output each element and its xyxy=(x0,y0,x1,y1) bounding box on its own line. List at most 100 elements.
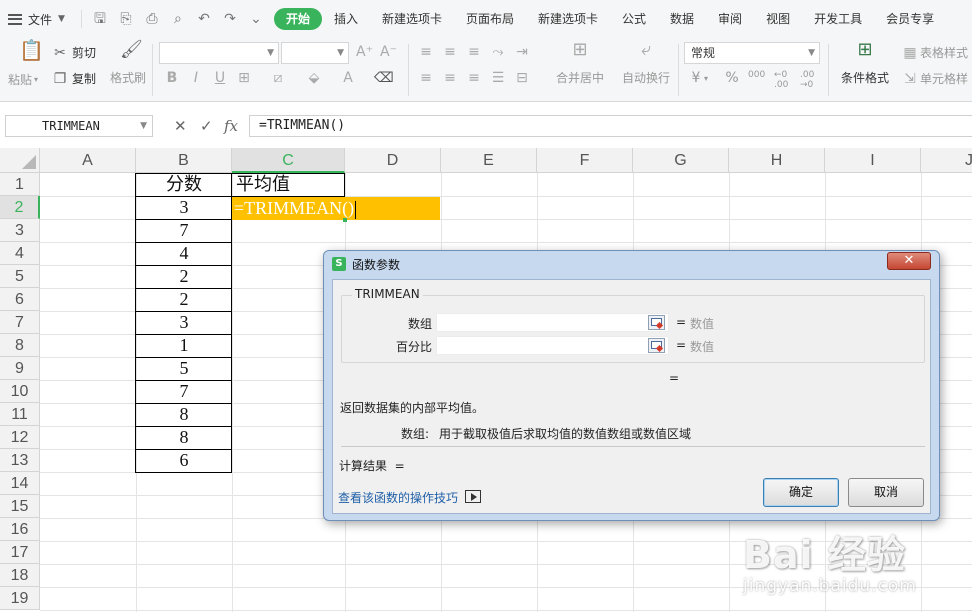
cell-c1[interactable]: 平均值 xyxy=(234,173,344,196)
column-header-i[interactable]: I xyxy=(825,148,921,173)
font-color-button[interactable]: A xyxy=(340,70,356,86)
row-header-17[interactable]: 17 xyxy=(0,541,40,564)
fill-handle[interactable] xyxy=(343,218,347,222)
table-style-button[interactable]: ▦ 表格样式 xyxy=(902,44,968,61)
close-button[interactable]: ✕ xyxy=(887,252,931,270)
confirm-icon[interactable]: ✓ xyxy=(200,117,213,135)
cell-b11[interactable]: 8 xyxy=(136,403,232,426)
column-header-g[interactable]: G xyxy=(633,148,729,173)
column-header-h[interactable]: H xyxy=(729,148,825,173)
align-center-button[interactable]: ≡ xyxy=(442,70,458,86)
tab-insert[interactable]: 插入 xyxy=(322,8,370,30)
paste-label-button[interactable]: 粘贴 ▾ xyxy=(8,71,38,88)
distribute-button[interactable]: ⊟ xyxy=(514,70,530,86)
range-picker-icon[interactable] xyxy=(648,315,665,330)
row-header-6[interactable]: 6 xyxy=(0,288,40,311)
align-top-button[interactable]: ≡ xyxy=(418,44,434,60)
active-cell-c2[interactable]: =TRIMMEAN() xyxy=(232,197,440,220)
tab-review[interactable]: 审阅 xyxy=(706,8,754,30)
row-header-15[interactable]: 15 xyxy=(0,495,40,518)
array-input[interactable] xyxy=(436,313,669,332)
cell-style-button[interactable]: ⇲ 单元格样 xyxy=(902,70,968,87)
column-header-a[interactable]: A xyxy=(40,148,136,173)
export-icon[interactable]: ⎘ xyxy=(118,11,134,27)
tab-member[interactable]: 会员专享 xyxy=(874,8,946,30)
thousands-button[interactable]: 000 xyxy=(748,70,765,80)
column-header-e[interactable]: E xyxy=(441,148,537,173)
percent-button[interactable]: % xyxy=(724,70,740,86)
bold-button[interactable]: B xyxy=(164,70,180,86)
merge-center-button[interactable]: ⊞ 合并居中 xyxy=(552,41,608,86)
row-header-11[interactable]: 11 xyxy=(0,403,40,426)
wrap-text-button[interactable]: ⤶ 自动换行 xyxy=(620,41,672,86)
orientation-button[interactable]: ⤳ xyxy=(490,44,506,60)
format-painter-button[interactable]: 🖌 格式刷 xyxy=(110,41,146,86)
align-bottom-button[interactable]: ≡ xyxy=(466,44,482,60)
cell-b1[interactable]: 分数 xyxy=(136,173,232,196)
cell-b10[interactable]: 7 xyxy=(136,380,232,403)
conditional-format-button[interactable]: ⊞ 条件格式 xyxy=(836,41,894,86)
name-box[interactable]: TRIMMEAN ▼ xyxy=(5,115,153,137)
tab-home[interactable]: 开始 xyxy=(273,8,322,30)
undo-icon[interactable]: ↶ xyxy=(196,11,212,27)
row-header-19[interactable]: 19 xyxy=(0,587,40,610)
fill-color-button[interactable]: ⬙ xyxy=(306,70,322,86)
font-name-combo[interactable]: ▼ xyxy=(159,42,279,64)
paste-button[interactable]: 📋 xyxy=(12,40,44,64)
row-header-9[interactable]: 9 xyxy=(0,357,40,380)
underline-button[interactable]: U xyxy=(212,70,228,86)
video-icon[interactable] xyxy=(465,490,481,503)
print-icon[interactable]: ⎙ xyxy=(144,11,160,27)
column-header-d[interactable]: D xyxy=(345,148,441,173)
row-header-8[interactable]: 8 xyxy=(0,334,40,357)
range-picker-icon[interactable] xyxy=(648,338,665,353)
row-header-5[interactable]: 5 xyxy=(0,265,40,288)
file-menu[interactable]: 文件 ▼ xyxy=(0,0,73,38)
tab-data[interactable]: 数据 xyxy=(658,8,706,30)
dialog-title-bar[interactable]: S 函数参数 xyxy=(324,251,939,277)
column-header-b[interactable]: B xyxy=(136,148,232,173)
row-header-10[interactable]: 10 xyxy=(0,380,40,403)
align-right-button[interactable]: ≡ xyxy=(466,70,482,86)
tab-new-1[interactable]: 新建选项卡 xyxy=(370,8,454,30)
justify-button[interactable]: ☰ xyxy=(490,70,506,86)
row-header-14[interactable]: 14 xyxy=(0,472,40,495)
row-header-18[interactable]: 18 xyxy=(0,564,40,587)
cell-b13[interactable]: 6 xyxy=(136,449,232,472)
ok-button[interactable]: 确定 xyxy=(763,478,839,507)
formula-input[interactable]: =TRIMMEAN() xyxy=(249,115,972,137)
increase-decimal-button[interactable]: ←0.00 xyxy=(774,70,788,90)
column-header-f[interactable]: F xyxy=(537,148,633,173)
cell-b12[interactable]: 8 xyxy=(136,426,232,449)
cancel-icon[interactable]: ✕ xyxy=(174,117,187,135)
column-header-c[interactable]: C xyxy=(232,148,345,173)
copy-button[interactable]: ❐ 复制 xyxy=(52,70,96,87)
redo-icon[interactable]: ↷ xyxy=(222,11,238,27)
cut-button[interactable]: ✂ 剪切 xyxy=(52,44,96,61)
save-icon[interactable]: 🖫 xyxy=(92,11,108,27)
help-link[interactable]: 查看该函数的操作技巧 xyxy=(338,489,458,506)
cell-b2[interactable]: 3 xyxy=(136,196,232,219)
cell-b8[interactable]: 1 xyxy=(136,334,232,357)
font-size-combo[interactable]: ▼ xyxy=(281,42,349,64)
italic-button[interactable]: I xyxy=(188,70,204,86)
currency-button[interactable]: ¥ ▾ xyxy=(688,70,708,86)
clear-button[interactable]: ⌫ xyxy=(374,70,394,86)
shrink-font-button[interactable]: A⁻ xyxy=(380,44,397,60)
row-header-4[interactable]: 4 xyxy=(0,242,40,265)
row-header-13[interactable]: 13 xyxy=(0,449,40,472)
column-header-j[interactable]: J xyxy=(921,148,972,173)
number-format-combo[interactable]: 常规 ▼ xyxy=(684,42,820,64)
select-all-corner[interactable] xyxy=(0,148,40,173)
more-chevron-icon[interactable]: ⌄ xyxy=(248,11,264,27)
grow-font-button[interactable]: A⁺ xyxy=(356,44,373,60)
cell-b7[interactable]: 3 xyxy=(136,311,232,334)
tab-formulas[interactable]: 公式 xyxy=(610,8,658,30)
percent-input[interactable] xyxy=(436,336,669,355)
row-header-12[interactable]: 12 xyxy=(0,426,40,449)
row-header-2[interactable]: 2 xyxy=(0,196,40,219)
align-middle-button[interactable]: ≡ xyxy=(442,44,458,60)
cell-b4[interactable]: 4 xyxy=(136,242,232,265)
cell-b6[interactable]: 2 xyxy=(136,288,232,311)
borders-button[interactable]: ⊞ xyxy=(236,70,252,86)
